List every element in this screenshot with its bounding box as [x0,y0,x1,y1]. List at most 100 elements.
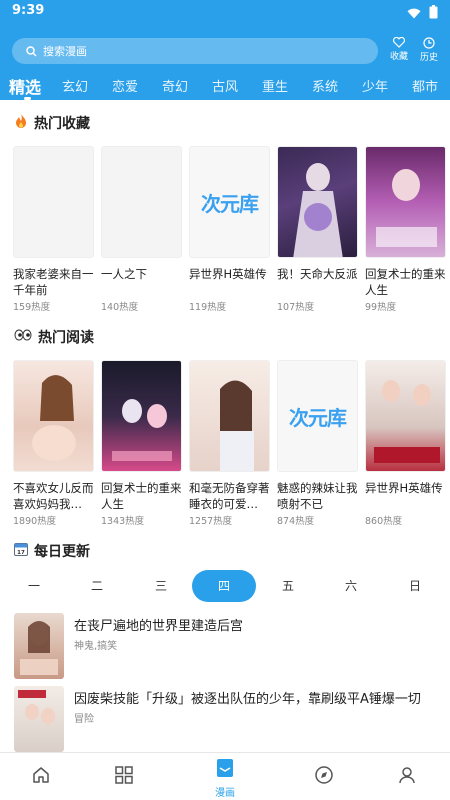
comic-heat: 1343热度 [101,516,145,527]
tab-ancient[interactable]: 古风 [212,76,238,95]
nav-category[interactable] [114,765,134,789]
battery-icon [429,4,438,23]
history-label: 历史 [419,53,438,63]
comic-title: 异世界H英雄传 [189,267,267,281]
weekday-tab-tue[interactable]: 二 [65,570,129,602]
update-title: 因废柴技能「升级」被逐出队伍的少年，靠刷级平A锤爆一切 [74,692,421,707]
tab-indicator [24,97,31,100]
tab-magic[interactable]: 奇幻 [162,76,188,95]
tab-fantasy[interactable]: 玄幻 [62,76,88,95]
comic-card[interactable]: 和毫无防备穿著睡衣的可爱… 1257热度 [189,360,270,527]
comic-title: 异世界H英雄传 [365,481,443,495]
favorites-label: 收藏 [389,52,408,62]
comic-cover-art [189,360,270,472]
comic-cover-art [13,360,94,472]
hot-favorites-title: 热门收藏 [14,113,90,133]
search-input[interactable]: 搜索漫画 [12,38,378,64]
placeholder-logo: 次元库 [201,191,259,216]
status-bar: 9:39 [0,0,450,22]
placeholder-logo: 次元库 [289,405,347,430]
hot-reading-row: 不喜欢女儿反而喜欢妈妈我… 1890热度 回复术士的重来人生 1343热度 和毫… [13,360,446,540]
nav-home[interactable] [31,765,51,789]
tab-youth[interactable]: 少年 [362,76,388,95]
tab-rebirth[interactable]: 重生 [262,76,288,95]
wifi-icon [407,4,421,23]
comic-card[interactable]: 一人之下 140热度 [101,146,182,313]
comic-cover-placeholder: 次元库 [277,360,358,472]
hot-reading-title: 热门阅读 [14,327,94,347]
search-placeholder: 搜索漫画 [43,45,87,58]
comic-title: 回复术士的重来人生 [101,481,182,511]
comic-title: 回复术士的重来人生 [365,267,446,297]
comic-heat: 1890热度 [13,516,57,527]
comic-cover-art [277,146,358,258]
nav-comics[interactable]: 漫画 [214,757,236,799]
comic-title: 我家老婆来自一千年前 [13,267,94,297]
status-time: 9:39 [12,3,45,18]
comic-card[interactable]: 回复术士的重来人生 99热度 [365,146,446,313]
weekday-tab-thu[interactable]: 四 [192,570,256,602]
comic-title: 不喜欢女儿反而喜欢妈妈我… [13,481,94,511]
comic-title: 魅惑的辣妹让我喷射不已 [277,481,358,511]
update-cover [14,686,64,752]
tab-featured[interactable]: 精选 [9,74,41,98]
section-title-text: 热门收藏 [34,116,90,132]
comic-heat: 874热度 [277,516,315,527]
fire-icon [14,113,28,133]
comic-title: 和毫无防备穿著睡衣的可爱… [189,481,270,511]
calendar-icon: 17 [14,542,28,560]
svg-text:17: 17 [17,550,25,556]
comic-card[interactable]: 异世界H英雄传 860热度 [365,360,446,527]
daily-update-title: 17 每日更新 [14,541,90,561]
comic-heat: 99热度 [365,302,397,313]
weekday-tab-sat[interactable]: 六 [319,570,383,602]
status-icons [407,4,438,23]
history-button[interactable]: 历史 [415,37,443,63]
compass-icon [315,766,333,784]
nav-discover[interactable] [314,765,334,789]
comic-title: 一人之下 [101,267,147,281]
comic-card[interactable]: 我家老婆来自一千年前 159热度 [13,146,94,313]
comic-card[interactable]: 次元库 魅惑的辣妹让我喷射不已 874热度 [277,360,358,527]
comic-heat: 1257热度 [189,516,233,527]
comic-cover [13,146,94,258]
tab-romance[interactable]: 恋爱 [112,76,138,95]
weekday-tab-fri[interactable]: 五 [256,570,320,602]
heart-icon [393,37,405,48]
comic-cover [101,146,182,258]
eyes-icon [14,329,32,345]
nav-profile[interactable] [397,765,417,789]
update-title: 在丧尸遍地的世界里建造后宫 [74,619,244,634]
weekday-tab-wed[interactable]: 三 [129,570,193,602]
app-header: 9:39 搜索漫画 收藏 历史 精选 玄幻 恋爱 奇幻 古风 重生 系统 少年 … [0,0,450,100]
comic-heat: 107热度 [277,302,315,313]
section-title-text: 每日更新 [34,544,90,560]
bottom-nav: 漫画 [0,752,450,800]
tab-city[interactable]: 都市 [412,76,438,95]
comic-cover-art [365,360,446,472]
update-tags: 冒险 [74,714,94,725]
comic-heat: 860热度 [365,516,403,527]
comic-card[interactable]: 次元库 异世界H英雄传 119热度 [189,146,270,313]
comic-heat: 119热度 [189,302,227,313]
update-list-item[interactable]: 因废柴技能「升级」被逐出队伍的少年，靠刷级平A锤爆一切 冒险 [14,686,444,756]
weekday-tab-sun[interactable]: 日 [383,570,447,602]
update-cover [14,613,64,679]
tab-system[interactable]: 系统 [312,76,338,95]
section-title-text: 热门阅读 [38,330,94,346]
comic-card[interactable]: 不喜欢女儿反而喜欢妈妈我… 1890热度 [13,360,94,527]
comic-cover-art [365,146,446,258]
update-list-item[interactable]: 在丧尸遍地的世界里建造后宫 神鬼,搞笑 [14,613,444,683]
nav-comics-label: 漫画 [215,788,235,799]
search-icon [26,42,37,61]
grid-icon [115,766,133,784]
weekday-tab-mon[interactable]: 一 [2,570,66,602]
favorites-button[interactable]: 收藏 [385,37,413,62]
comic-heat: 140热度 [101,302,139,313]
comic-title: 我！天命大反派 [277,267,358,281]
weekday-tabs: 一 二 三 四 五 六 日 [0,570,450,604]
comic-cover-art [101,360,182,472]
clock-icon [423,37,435,49]
comic-card[interactable]: 回复术士的重来人生 1343热度 [101,360,182,527]
comic-card[interactable]: 我！天命大反派 107热度 [277,146,358,313]
